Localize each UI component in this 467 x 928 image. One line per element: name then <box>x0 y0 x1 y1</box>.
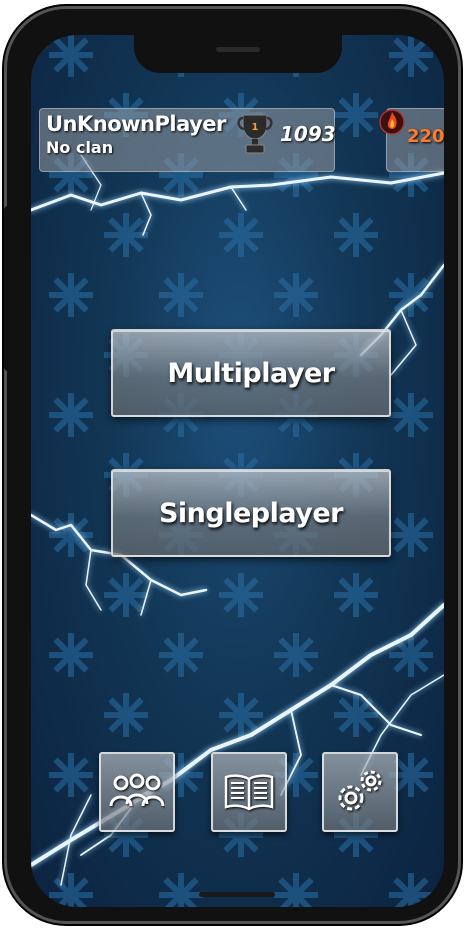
phone-notch <box>134 35 342 73</box>
player-profile-panel[interactable]: UnKnownPlayer No clan 1 1093 <box>39 108 336 172</box>
settings-button[interactable] <box>322 752 398 832</box>
trophy-score: 1093 <box>280 122 336 146</box>
friends-icon <box>109 773 165 807</box>
multiplayer-button[interactable]: Multiplayer <box>111 329 391 417</box>
settings-gears-icon <box>338 770 382 811</box>
friends-button[interactable] <box>99 752 175 832</box>
game-screen: UnKnownPlayer No clan 1 1093 220 Multipl… <box>31 35 444 907</box>
singleplayer-button[interactable]: Singleplayer <box>111 469 391 557</box>
phone-side-button <box>4 206 14 371</box>
clan-name: No clan <box>46 138 114 157</box>
rules-book-button[interactable] <box>211 752 287 832</box>
currency-value: 220 <box>407 126 444 147</box>
trophy-rank: 1 <box>252 122 259 133</box>
player-name: UnKnownPlayer <box>46 112 226 136</box>
home-indicator <box>199 892 275 897</box>
phone-frame: UnKnownPlayer No clan 1 1093 220 Multipl… <box>4 6 461 924</box>
notch-speaker <box>216 47 260 52</box>
trophy-icon: 1 <box>237 114 273 154</box>
book-icon <box>224 774 274 811</box>
fire-icon <box>379 109 405 135</box>
currency-panel[interactable]: 220 <box>379 108 444 172</box>
